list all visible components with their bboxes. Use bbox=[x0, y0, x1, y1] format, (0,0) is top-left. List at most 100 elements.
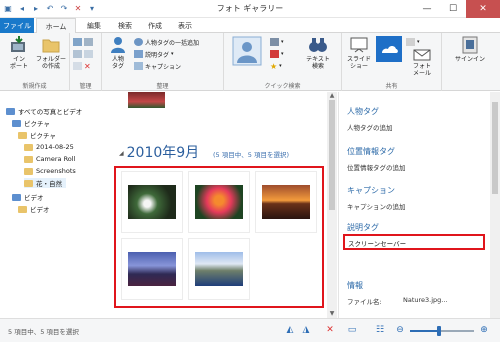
photo-mail-label-1: フォト bbox=[412, 63, 431, 70]
previous-group-thumbnail[interactable] bbox=[128, 92, 165, 108]
scroll-thumb[interactable] bbox=[329, 100, 335, 210]
flag-icon[interactable] bbox=[270, 50, 279, 58]
ribbon-group-account: サインイン bbox=[442, 33, 500, 91]
back-icon[interactable]: ◂ bbox=[16, 2, 28, 14]
zoom-slider[interactable] bbox=[410, 326, 474, 336]
nav-item-screenshots[interactable]: Screenshots bbox=[24, 166, 76, 176]
caption-header: キャプション bbox=[347, 186, 395, 195]
rotate-right-icon[interactable]: ◮ bbox=[300, 324, 312, 336]
tab-view[interactable]: 表示 bbox=[170, 18, 200, 33]
properties-icon[interactable] bbox=[73, 38, 82, 46]
descriptive-tag-label: 説明タグ bbox=[145, 51, 170, 59]
tab-create[interactable]: 作成 bbox=[140, 18, 170, 33]
delete-icon[interactable]: ✕ bbox=[72, 2, 84, 14]
nav-item-videos-root[interactable]: ビデオ bbox=[12, 192, 44, 202]
onedrive-icon bbox=[376, 36, 402, 62]
nav-item-label: Camera Roll bbox=[36, 155, 76, 163]
copy-icon[interactable] bbox=[84, 50, 93, 58]
star-icon[interactable]: ★ bbox=[270, 62, 277, 71]
flickr-icon[interactable] bbox=[406, 38, 415, 46]
zoom-out-icon[interactable]: ⊖ bbox=[394, 324, 406, 336]
minimize-button[interactable]: — bbox=[414, 0, 440, 18]
rotate-left-icon[interactable]: ◭ bbox=[284, 324, 296, 336]
information-header: 情報 bbox=[347, 281, 363, 290]
redo-icon[interactable]: ↷ bbox=[58, 2, 70, 14]
nav-item-pictures[interactable]: ピクチャ bbox=[18, 130, 56, 140]
ribbon-group-new: イン ポート フォルダー の作成 新規作成 bbox=[0, 33, 70, 91]
tab-edit[interactable]: 編集 bbox=[78, 18, 110, 33]
month-title: 2010年9月 bbox=[126, 145, 200, 161]
signin-label: サインイン bbox=[454, 56, 485, 63]
add-caption-link[interactable]: キャプションの追加 bbox=[347, 201, 406, 211]
delete-icon[interactable]: ✕ bbox=[324, 324, 336, 336]
nav-item-pictures-root[interactable]: ピクチャ bbox=[12, 118, 50, 128]
folder-icon bbox=[18, 205, 27, 213]
add-people-tag-link[interactable]: 人物タグの追加 bbox=[347, 122, 393, 132]
caption-label: キャプション bbox=[145, 63, 182, 71]
bulk-people-tag-button[interactable]: 人物タグの一括追加 bbox=[134, 37, 199, 47]
tag-icon bbox=[134, 50, 143, 58]
import-label-1: イン bbox=[12, 56, 25, 63]
caption-button[interactable]: キャプション bbox=[134, 61, 181, 71]
details-view-icon[interactable]: ☷ bbox=[374, 324, 386, 336]
signin-button[interactable]: サインイン bbox=[450, 36, 490, 76]
import-button[interactable]: イン ポート bbox=[2, 36, 36, 76]
zoom-slider-fill bbox=[410, 330, 439, 332]
all-photos-icon bbox=[6, 107, 15, 115]
slideshow-button[interactable]: スライド ショー bbox=[344, 36, 374, 76]
share-small-1: ▾ bbox=[406, 37, 420, 47]
photo-mail-label-2: メール bbox=[412, 70, 431, 77]
maximize-button[interactable]: ☐ bbox=[440, 0, 466, 18]
collapse-triangle-icon[interactable]: ◢ bbox=[119, 150, 124, 157]
chevron-down-icon: ▾ bbox=[171, 51, 174, 57]
rename-icon[interactable] bbox=[73, 50, 82, 58]
onedrive-button[interactable] bbox=[374, 36, 404, 76]
nav-item-nature[interactable]: 花・自然 bbox=[24, 178, 66, 188]
remove-icon[interactable]: ✕ bbox=[84, 62, 91, 71]
text-search-label-1: テキスト bbox=[306, 56, 330, 63]
status-bar: 5 項目中、5 項目を選択 ◭ ◮ ✕ ▭ ☷ ⊖ ⊕ bbox=[0, 318, 500, 342]
zoom-in-icon[interactable]: ⊕ bbox=[478, 324, 490, 336]
people-filter-button[interactable] bbox=[228, 36, 266, 76]
add-geotag-link[interactable]: 位置情報タグの追加 bbox=[347, 162, 406, 172]
manage-row-1 bbox=[73, 37, 93, 47]
nav-item-label: ピクチャ bbox=[24, 120, 50, 128]
tab-home[interactable]: ホーム bbox=[36, 18, 76, 34]
info-scroll-thumb[interactable] bbox=[492, 102, 498, 194]
create-folder-button[interactable]: フォルダー の作成 bbox=[34, 36, 68, 76]
slideshow-label-1: スライド bbox=[346, 56, 371, 63]
text-search-button[interactable]: テキスト 検索 bbox=[298, 36, 338, 76]
app-icon[interactable]: ▣ bbox=[2, 2, 14, 14]
slideshow-icon[interactable]: ▭ bbox=[346, 324, 358, 336]
tab-file[interactable]: ファイル bbox=[0, 18, 34, 33]
undo-icon[interactable]: ↶ bbox=[44, 2, 56, 14]
nav-item-all-photos[interactable]: すべての写真とビデオ bbox=[6, 106, 82, 116]
forward-icon[interactable]: ▸ bbox=[30, 2, 42, 14]
customize-icon[interactable]: ▾ bbox=[86, 2, 98, 14]
date-filter-icon[interactable] bbox=[270, 38, 279, 46]
descriptive-tags-header: 説明タグ bbox=[347, 223, 379, 232]
scroll-down-icon[interactable]: ▼ bbox=[328, 310, 336, 318]
rotate-icon[interactable] bbox=[84, 38, 93, 46]
photo-grid-scrollbar[interactable]: ▲ ▼ bbox=[327, 92, 337, 318]
nav-item-label: 2014-08-25 bbox=[36, 143, 74, 151]
descriptive-tag-field[interactable]: スクリーンセーバー bbox=[343, 234, 485, 250]
signin-icon bbox=[460, 36, 480, 54]
descriptive-tag-button[interactable]: 説明タグ ▾ bbox=[134, 49, 174, 59]
nav-item-2014-08-25[interactable]: 2014-08-25 bbox=[24, 142, 74, 152]
nav-item-camera-roll[interactable]: Camera Roll bbox=[24, 154, 75, 164]
slideshow-label-2: ショー bbox=[349, 63, 368, 70]
select-icon[interactable] bbox=[73, 62, 82, 70]
scroll-up-icon[interactable]: ▲ bbox=[328, 92, 336, 100]
quickfind-row-3: ★ ▾ bbox=[270, 61, 282, 71]
tab-search[interactable]: 検索 bbox=[110, 18, 140, 33]
zoom-slider-thumb[interactable] bbox=[436, 326, 441, 336]
close-button[interactable]: ✕ bbox=[466, 0, 500, 18]
ribbon-group-share-label: 共有 bbox=[385, 83, 398, 90]
nav-item-videos[interactable]: ビデオ bbox=[18, 204, 50, 214]
people-tag-button[interactable]: 人物 タグ bbox=[104, 36, 132, 76]
import-label-2: ポート bbox=[9, 63, 28, 70]
folder-icon bbox=[24, 179, 33, 187]
info-pane-scrollbar[interactable] bbox=[490, 92, 500, 318]
month-group-header[interactable]: ◢ 2010年9月 bbox=[119, 142, 199, 162]
